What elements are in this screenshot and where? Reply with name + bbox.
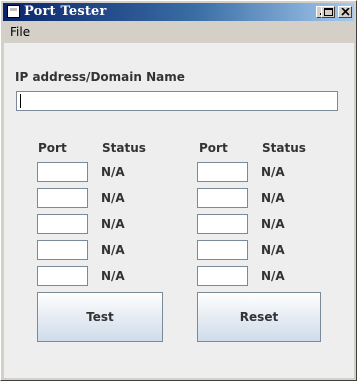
left-status-header: Status [102, 141, 146, 155]
app-window-icon[interactable] [7, 5, 20, 18]
left-status-5: N/A [101, 269, 125, 283]
left-status-3: N/A [101, 217, 125, 231]
left-port-input-3[interactable] [37, 214, 88, 234]
window-title: Port Tester [24, 4, 107, 19]
left-port-header: Port [38, 141, 67, 155]
right-status-5: N/A [261, 269, 285, 283]
right-port-input-4[interactable] [197, 240, 248, 260]
maximize-icon [324, 8, 333, 16]
menu-bar: File [3, 22, 354, 42]
left-status-2: N/A [101, 191, 125, 205]
left-status-1: N/A [101, 165, 125, 179]
menu-file[interactable]: File [10, 25, 30, 39]
close-button[interactable] [338, 6, 352, 18]
right-status-3: N/A [261, 217, 285, 231]
title-bar[interactable]: Port Tester [3, 3, 354, 21]
close-icon [341, 8, 350, 16]
left-port-input-5[interactable] [37, 266, 88, 286]
maximize-button[interactable] [321, 6, 335, 18]
left-port-input-2[interactable] [37, 188, 88, 208]
text-caret [20, 94, 21, 108]
right-port-header: Port [199, 141, 228, 155]
ip-address-input[interactable] [16, 91, 338, 111]
reset-button[interactable]: Reset [197, 292, 321, 342]
left-port-input-4[interactable] [37, 240, 88, 260]
right-port-input-2[interactable] [197, 188, 248, 208]
right-port-input-5[interactable] [197, 266, 248, 286]
right-status-header: Status [262, 141, 306, 155]
right-port-input-3[interactable] [197, 214, 248, 234]
right-status-1: N/A [261, 165, 285, 179]
test-button[interactable]: Test [37, 292, 163, 342]
left-status-4: N/A [101, 243, 125, 257]
port-tester-window: Port Tester File IP address/Domain Name … [0, 0, 357, 381]
ip-address-label: IP address/Domain Name [15, 70, 185, 84]
right-status-4: N/A [261, 243, 285, 257]
right-port-input-1[interactable] [197, 162, 248, 182]
right-status-2: N/A [261, 191, 285, 205]
left-port-input-1[interactable] [37, 162, 88, 182]
